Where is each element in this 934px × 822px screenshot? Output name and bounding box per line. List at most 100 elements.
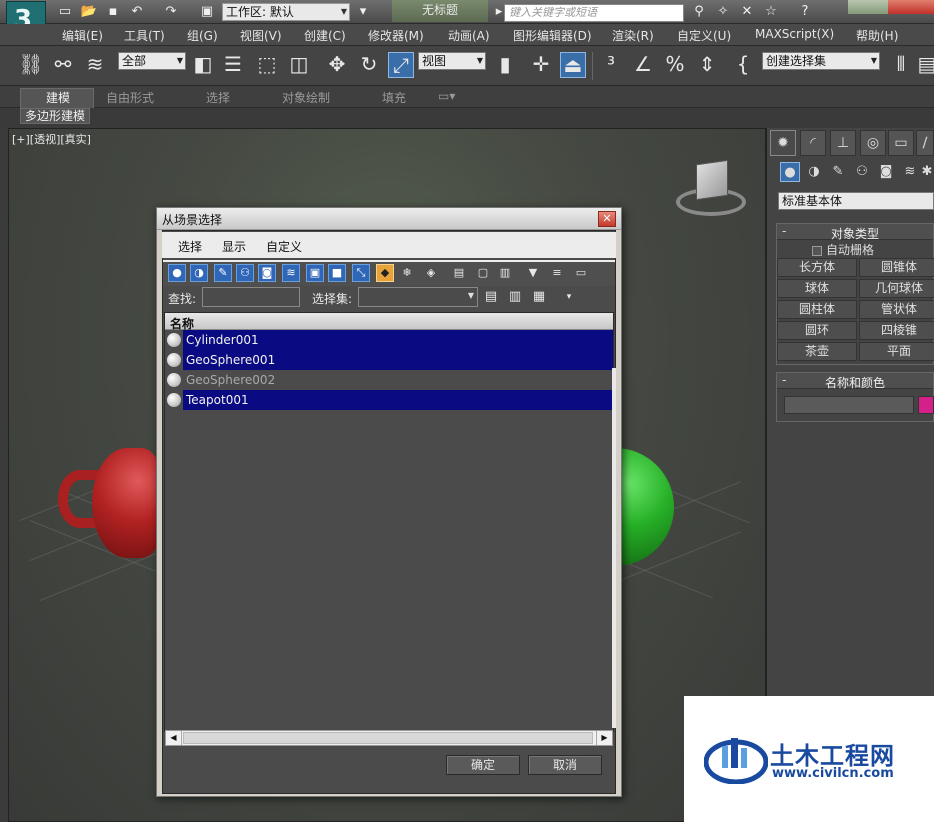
torus-button[interactable]: 圆环 bbox=[777, 321, 857, 340]
systems-icon[interactable]: ✱ bbox=[920, 162, 934, 182]
lights-icon[interactable]: ✎ bbox=[828, 162, 848, 182]
utilities-tab-icon[interactable]: ∕ bbox=[916, 130, 934, 156]
menu-create[interactable]: 创建(C) bbox=[304, 27, 346, 44]
rollout-header[interactable]: - 对象类型 bbox=[777, 224, 933, 241]
sort-list-icon[interactable]: ≡ bbox=[548, 264, 566, 282]
display-none-icon[interactable]: ▢ bbox=[474, 264, 492, 282]
window-close-button[interactable] bbox=[888, 0, 934, 14]
scrollbar-thumb[interactable] bbox=[183, 732, 593, 744]
select-by-name-icon[interactable]: ☰ bbox=[220, 52, 246, 78]
window-crossing-icon[interactable]: ◫ bbox=[286, 52, 312, 78]
horizontal-scrollbar[interactable]: ◀ ▶ bbox=[165, 730, 613, 746]
create-tab-icon[interactable]: ✹ bbox=[770, 130, 796, 156]
snaps-toggle-icon[interactable]: ³ bbox=[598, 52, 624, 78]
object-name-input[interactable] bbox=[784, 396, 914, 414]
window-minimize-button[interactable] bbox=[848, 0, 888, 14]
list-item-name[interactable]: Teapot001 bbox=[183, 390, 613, 410]
ribbon-tab-modeling[interactable]: 建模 bbox=[46, 89, 70, 106]
menu-tools[interactable]: 工具(T) bbox=[124, 27, 165, 44]
menu-help[interactable]: 帮助(H) bbox=[856, 27, 898, 44]
reference-coordinate-dropdown[interactable]: 视图 ▼ bbox=[418, 52, 486, 70]
filter-cameras-icon[interactable]: ⚇ bbox=[236, 264, 254, 282]
checkbox-box[interactable] bbox=[812, 245, 822, 256]
scroll-right-icon[interactable]: ▶ bbox=[596, 731, 612, 745]
keyboard-shortcut-override-icon[interactable]: ⏏ bbox=[560, 52, 586, 78]
delete-selection-set-icon[interactable]: ▦ bbox=[530, 288, 548, 306]
display-all-icon[interactable]: ▤ bbox=[450, 264, 468, 282]
filter-geometry-icon[interactable]: ● bbox=[168, 264, 186, 282]
list-column-header[interactable] bbox=[165, 313, 613, 330]
box-button[interactable]: 长方体 bbox=[777, 258, 857, 277]
new-file-icon[interactable]: ▭ bbox=[56, 3, 74, 21]
filter-xrefs-icon[interactable]: ■ bbox=[328, 264, 346, 282]
pivot-center-icon[interactable]: ▮ bbox=[492, 52, 518, 78]
list-item-name[interactable]: GeoSphere002 bbox=[183, 370, 613, 390]
filter-frozen-icon[interactable]: ❄ bbox=[398, 264, 416, 282]
edit-selection-set-icon[interactable]: ▥ bbox=[506, 288, 524, 306]
list-item[interactable]: GeoSphere002 bbox=[165, 370, 613, 390]
binoculars-icon[interactable]: ⚲ bbox=[690, 3, 708, 21]
move-icon[interactable]: ✥ bbox=[324, 52, 350, 78]
dialog-menu-select[interactable]: 选择 bbox=[178, 238, 202, 255]
find-input[interactable] bbox=[202, 287, 300, 307]
rollout-header[interactable]: - 名称和颜色 bbox=[777, 373, 933, 390]
viewport-label[interactable]: [+][透视][真实] bbox=[12, 131, 91, 147]
geosphere-button[interactable]: 几何球体 bbox=[859, 279, 934, 298]
menu-rendering[interactable]: 渲染(R) bbox=[612, 27, 654, 44]
manipulate-icon[interactable]: ✛ bbox=[528, 52, 554, 78]
search-input[interactable]: 键入关键字或短语 bbox=[504, 4, 684, 22]
teapot-button[interactable]: 茶壶 bbox=[777, 342, 857, 361]
ribbon-options-icon[interactable]: ▭▾ bbox=[438, 89, 455, 103]
pyramid-button[interactable]: 四棱锥 bbox=[859, 321, 934, 340]
tube-button[interactable]: 管状体 bbox=[859, 300, 934, 319]
options-chevron-icon[interactable]: ▾ bbox=[560, 288, 578, 306]
viewcube-cube-icon[interactable] bbox=[696, 159, 728, 201]
filter-groups-icon[interactable]: ▣ bbox=[306, 264, 324, 282]
undo-icon[interactable]: ↶ bbox=[128, 3, 146, 21]
ribbon-tab-selection[interactable]: 选择 bbox=[206, 89, 230, 106]
ok-button[interactable]: 确定 bbox=[446, 755, 520, 775]
space-warps-icon[interactable]: ≋ bbox=[900, 162, 920, 182]
list-item[interactable]: Cylinder001 bbox=[165, 330, 613, 350]
cameras-icon[interactable]: ⚇ bbox=[852, 162, 872, 182]
columns-icon[interactable]: ▭ bbox=[572, 264, 590, 282]
unlink-icon[interactable]: ⚯ bbox=[50, 52, 76, 78]
percent-snap-icon[interactable]: % bbox=[662, 52, 688, 78]
filter-lights-icon[interactable]: ✎ bbox=[214, 264, 232, 282]
rotate-icon[interactable]: ↻ bbox=[356, 52, 382, 78]
menu-view[interactable]: 视图(V) bbox=[240, 27, 282, 44]
menu-group[interactable]: 组(G) bbox=[187, 27, 218, 44]
scroll-left-icon[interactable]: ◀ bbox=[166, 731, 182, 745]
mirror-icon[interactable]: ⫴ bbox=[888, 52, 914, 78]
menu-modifiers[interactable]: 修改器(M) bbox=[368, 27, 424, 44]
vertical-scrollbar[interactable] bbox=[612, 368, 616, 728]
autogrid-checkbox[interactable]: 自动栅格 bbox=[812, 241, 874, 258]
redo-icon[interactable]: ↷ bbox=[162, 3, 180, 21]
cone-button[interactable]: 圆锥体 bbox=[859, 258, 934, 277]
dialog-title-bar[interactable] bbox=[157, 208, 621, 230]
sphere-button[interactable]: 球体 bbox=[777, 279, 857, 298]
filter-hidden-icon[interactable]: ◈ bbox=[422, 264, 440, 282]
filter-shapes-icon[interactable]: ◑ bbox=[190, 264, 208, 282]
display-tab-icon[interactable]: ▭ bbox=[888, 130, 914, 156]
spinner-snap-icon[interactable]: ⇕ bbox=[694, 52, 720, 78]
overflow-icon[interactable]: ▾ bbox=[354, 3, 372, 21]
bind-space-warp-icon[interactable]: ≋ bbox=[82, 52, 108, 78]
filter-funnel-icon[interactable]: ▼ bbox=[524, 264, 542, 282]
save-file-icon[interactable]: ▪ bbox=[104, 3, 122, 21]
list-item-name[interactable]: GeoSphere001 bbox=[183, 350, 613, 370]
project-folder-icon[interactable]: ▣ bbox=[198, 3, 216, 21]
communication-icon[interactable]: ✕ bbox=[738, 3, 756, 21]
dialog-menu-customize[interactable]: 自定义 bbox=[266, 238, 302, 255]
ribbon-tab-object-paint[interactable]: 对象绘制 bbox=[282, 89, 330, 106]
modify-tab-icon[interactable]: ◜ bbox=[800, 130, 826, 156]
teapot-object[interactable] bbox=[92, 448, 162, 558]
cancel-button[interactable]: 取消 bbox=[528, 755, 602, 775]
filter-bones-icon[interactable]: ⤡ bbox=[352, 264, 370, 282]
named-selection-dropdown[interactable]: 创建选择集 ▼ bbox=[762, 52, 880, 70]
cylinder-button[interactable]: 圆柱体 bbox=[777, 300, 857, 319]
menu-maxscript[interactable]: MAXScript(X) bbox=[755, 27, 834, 41]
ribbon-tab-populate[interactable]: 填充 bbox=[382, 89, 406, 106]
workspace-dropdown[interactable]: 工作区: 默认 ▼ bbox=[222, 3, 350, 21]
geometry-category-dropdown[interactable]: 标准基本体 bbox=[778, 192, 934, 210]
